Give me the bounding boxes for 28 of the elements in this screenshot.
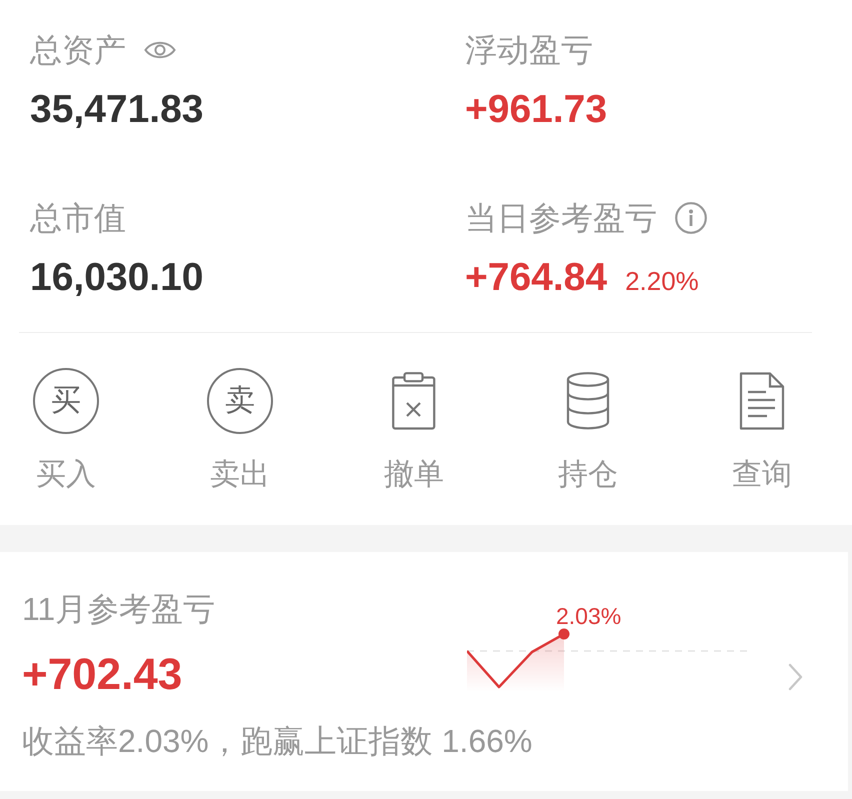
chart-value-label: 2.03% — [556, 604, 622, 628]
rate-value: 2.20% — [625, 266, 699, 296]
action-button[interactable]: 卖 卖出 — [174, 367, 306, 495]
stat-label: 浮动盈亏 — [465, 31, 593, 70]
card-title: 11月参考盈亏 — [22, 590, 216, 629]
database-icon — [566, 372, 610, 430]
char-circle-icon: 买 — [33, 368, 99, 434]
action-button[interactable]: 撤单 — [348, 367, 480, 495]
document-icon — [739, 372, 785, 430]
endpoint-dot-icon — [558, 628, 570, 640]
monthly-card[interactable]: 11月参考盈亏 +702.43 2.03% 收益率2.03%，跑赢上证指数 1.66% — [0, 552, 848, 791]
return-summary: 收益率2.03%，跑赢上证指数 1.66% — [22, 722, 534, 761]
stat-value: 35,471.83 — [30, 87, 204, 133]
char-circle-icon: 卖 — [207, 368, 273, 434]
eye-icon[interactable] — [144, 40, 176, 60]
stat-label: 总市值 — [30, 199, 126, 238]
chevron-right-icon[interactable] — [788, 663, 803, 691]
action-button[interactable]: 买 买入 — [0, 367, 132, 495]
action-button[interactable]: 查询 — [696, 367, 828, 495]
profit-value: +702.43 — [22, 649, 184, 701]
stat-label: 总资产 — [30, 31, 126, 70]
action-button[interactable]: 持仓 — [522, 367, 654, 495]
clipboard-x-icon — [392, 372, 436, 430]
stat-value: 16,030.10 — [30, 255, 204, 301]
stat-value: +764.84 — [465, 255, 608, 301]
stat-value: +961.73 — [465, 87, 608, 133]
stat-label: 当日参考盈亏 — [465, 199, 657, 238]
info-icon[interactable] — [675, 202, 707, 234]
